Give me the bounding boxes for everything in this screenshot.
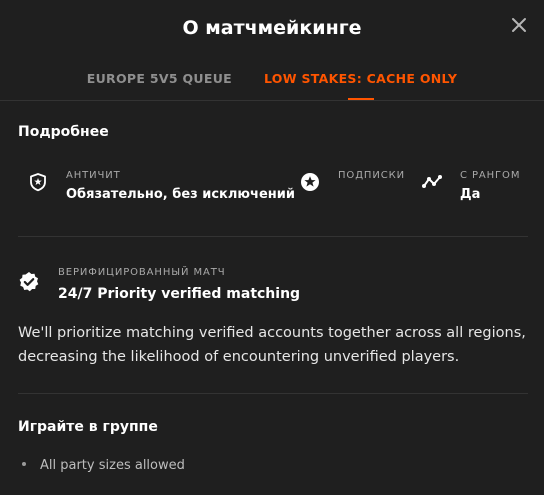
tabs-divider [0, 100, 544, 101]
ranked-value: Да [460, 187, 481, 202]
subscriptions-label: ПОДПИСКИ [338, 170, 405, 181]
party-size-text: All party sizes allowed [40, 458, 185, 473]
close-icon[interactable] [510, 16, 528, 34]
shield-icon [30, 173, 46, 192]
details-section-title: Подробнее [18, 124, 109, 140]
star-badge-icon [301, 173, 319, 191]
anticheat-label: АНТИЧИТ [66, 170, 121, 181]
queue-tabs: EUROPE 5V5 QUEUE LOW STAKES: CACHE ONLY [0, 71, 544, 101]
section-divider [18, 236, 528, 237]
verified-match-description: We'll prioritize matching verified accou… [18, 325, 526, 365]
bullet-icon [22, 461, 26, 466]
trend-icon [422, 175, 442, 188]
details-row: АНТИЧИТ Обязательно, без исключений ПОДП… [0, 168, 544, 208]
tab-low-stakes-cache-only[interactable]: LOW STAKES: CACHE ONLY [264, 71, 457, 101]
party-section-title: Играйте в группе [18, 419, 158, 435]
verified-match: ВЕРИФИЦИРОВАННЫЙ МАТЧ 24/7 Priority veri… [18, 267, 528, 307]
ranked-label: С РАНГОМ [460, 170, 521, 181]
verified-match-label: ВЕРИФИЦИРОВАННЫЙ МАТЧ [58, 267, 226, 278]
tab-europe-5v5-queue[interactable]: EUROPE 5V5 QUEUE [87, 71, 232, 101]
anticheat-value: Обязательно, без исключений [66, 187, 295, 202]
list-item: All party sizes allowed [22, 458, 185, 473]
verified-badge-icon [19, 272, 39, 292]
verified-match-value: 24/7 Priority verified matching [58, 286, 301, 302]
section-divider [18, 393, 528, 394]
modal-title: О матчмейкинге [182, 17, 362, 39]
matchmaking-info-modal: О матчмейкинге EUROPE 5V5 QUEUE LOW STAK… [0, 0, 544, 495]
